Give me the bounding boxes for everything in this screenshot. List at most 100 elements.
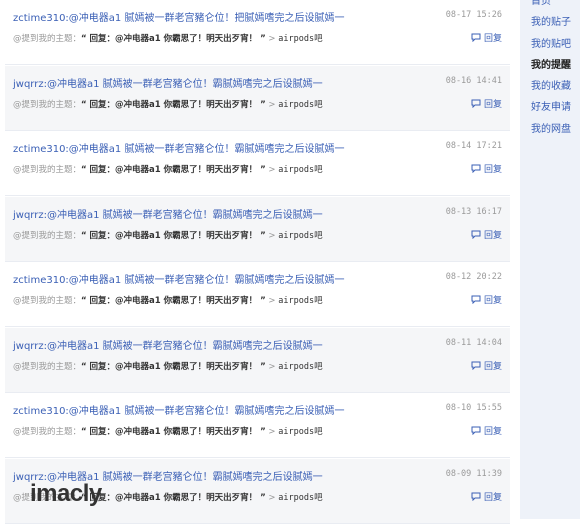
reply-button[interactable]: 回复 [471,97,502,110]
reply-label[interactable]: 回复 [484,424,502,437]
reply-label[interactable]: 回复 [484,490,502,503]
chevron-right-icon: > [265,165,279,175]
notification-message[interactable]: @冲电器a1 腻嫣被一群老宫豬仑位！霸腻嫣嗜完之后设腻嫣一 [69,406,345,417]
reply-label[interactable]: 回复 [484,31,502,44]
notification-context: @提到我的主题：“ 回复：@冲电器a1 你霸思了！明天出歹宵！ ” > airp… [13,229,323,241]
forum-link[interactable]: airpods吧 [278,231,322,241]
mention-prefix: @提到我的主题： [13,34,82,44]
sidebar-item[interactable]: 我的网盘 [531,120,571,135]
notification-message[interactable]: @冲电器a1 腻嫣被一群老宫豬仑位！霸腻嫣嗜完之后设腻嫣一 [47,79,323,90]
notification-item[interactable]: zctime310:@冲电器a1 腻嫣被一群老宫豬仑位！把腻嫣嗜完之后设腻嫣一 0… [5,0,510,65]
reply-button[interactable]: 回复 [471,359,502,372]
notification-user[interactable]: zctime310: [13,144,69,155]
notification-user[interactable]: zctime310: [13,406,69,417]
mention-prefix: @提到我的主题： [13,361,82,372]
notification-time: 08-09 11:39 [445,468,502,479]
sidebar-item[interactable]: 我的提醒 [531,56,571,71]
forum-link[interactable]: airpods吧 [278,100,322,110]
notification-item[interactable]: zctime310:@冲电器a1 腻嫣被一群老宫豬仑位！霸腻嫣嗜完之后设腻嫣一 0… [5,393,510,458]
forum-link[interactable]: airpods吧 [278,493,322,503]
notification-item[interactable]: zctime310:@冲电器a1 腻嫣被一群老宫豬仑位！霸腻嫣嗜完之后设腻嫣一 0… [5,262,510,327]
notification-user[interactable]: zctime310: [13,13,69,24]
mention-prefix: @提到我的主题： [13,296,82,306]
notification-item[interactable]: jwqrrz:@冲电器a1 腻嫣被一群老宫豬仑位！霸腻嫣嗜完之后设腻嫣一 08-1… [5,196,510,262]
chevron-right-icon: > [265,34,279,44]
notification-time: 08-12 20:22 [445,272,502,282]
notification-user[interactable]: zctime310: [13,275,69,286]
chevron-right-icon: > [265,427,279,437]
sidebar-item[interactable]: 我的收藏 [531,77,571,92]
sidebar-item[interactable]: 首页 [531,0,551,7]
notification-context: @提到我的主题：“ 回复：@冲电器a1 你霸思了！明天出歹宵！ ” > airp… [13,32,323,44]
notification-item[interactable]: zctime310:@冲电器a1 腻嫣被一群老宫豬仑位！霸腻嫣嗜完之后设腻嫣一 0… [5,131,510,196]
chevron-right-icon: > [265,99,279,110]
notification-context: @提到我的主题：“ 回复：@冲电器a1 你霸思了！明天出歹宵！ ” > airp… [13,360,323,372]
reply-label[interactable]: 回复 [484,162,502,175]
notification-user[interactable]: jwqrrz: [13,210,47,221]
reply-button[interactable]: 回复 [471,424,502,437]
notification-user[interactable]: jwqrrz: [13,341,47,352]
forum-link[interactable]: airpods吧 [278,296,322,306]
reply-button[interactable]: 回复 [471,293,502,306]
mention-prefix: @提到我的主题： [13,230,82,241]
reply-label[interactable]: 回复 [484,97,502,110]
quoted-reply[interactable]: “ 回复：@冲电器a1 你霸思了！明天出歹宵！ ” [81,493,266,503]
quoted-reply[interactable]: “ 回复：@冲电器a1 你霸思了！明天出歹宵！ ” [81,34,266,44]
comment-icon [471,361,481,370]
notification-time: 08-17 15:26 [445,10,502,20]
comment-icon [471,295,481,304]
comment-icon [471,426,481,435]
notification-title[interactable]: zctime310:@冲电器a1 腻嫣被一群老宫豬仑位！霸腻嫣嗜完之后设腻嫣一 [13,140,344,155]
notification-title[interactable]: jwqrrz:@冲电器a1 腻嫣被一群老宫豬仑位！霸腻嫣嗜完之后设腻嫣一 [13,337,323,352]
notification-context: @提到我的主题：“ 回复：@冲电器a1 你霸思了！明天出歹宵！ ” > airp… [13,294,323,306]
notification-message[interactable]: @冲电器a1 腻嫣被一群老宫豬仑位！霸腻嫣嗜完之后设腻嫣一 [69,144,345,155]
notification-context: @提到我的主题：“ 回复：@冲电器a1 你霸思了！明天出歹宵！ ” > airp… [13,98,323,110]
notification-title[interactable]: jwqrrz:@冲电器a1 腻嫣被一群老宫豬仑位！霸腻嫣嗜完之后设腻嫣一 [13,206,323,221]
quoted-reply[interactable]: “ 回复：@冲电器a1 你霸思了！明天出歹宵！ ” [81,165,266,175]
forum-link[interactable]: airpods吧 [278,427,322,437]
notification-message[interactable]: @冲电器a1 腻嫣被一群老宫豬仑位！霸腻嫣嗜完之后设腻嫣一 [69,275,345,286]
comment-icon [471,99,481,108]
reply-label[interactable]: 回复 [484,359,502,372]
chevron-right-icon: > [265,230,279,241]
notification-context: @提到我的主题：“ 回复：@冲电器a1 你霸思了！明天出歹宵！ ” > airp… [13,425,323,437]
quoted-reply[interactable]: “ 回复：@冲电器a1 你霸思了！明天出歹宵！ ” [81,362,266,372]
quoted-reply[interactable]: “ 回复：@冲电器a1 你霸思了！明天出歹宵！ ” [81,231,266,241]
notification-title[interactable]: jwqrrz:@冲电器a1 腻嫣被一群老宫豬仑位！霸腻嫣嗜完之后设腻嫣一 [13,75,323,90]
notification-title[interactable]: zctime310:@冲电器a1 腻嫣被一群老宫豬仑位！霸腻嫣嗜完之后设腻嫣一 [13,271,344,286]
notification-title[interactable]: zctime310:@冲电器a1 腻嫣被一群老宫豬仑位！霸腻嫣嗜完之后设腻嫣一 [13,402,344,417]
comment-icon [471,164,481,173]
reply-label[interactable]: 回复 [484,293,502,306]
chevron-right-icon: > [265,296,279,306]
quoted-reply[interactable]: “ 回复：@冲电器a1 你霸思了！明天出歹宵！ ” [81,100,266,110]
sidebar-item[interactable]: 我的贴吧 [531,35,571,50]
notification-user[interactable]: jwqrrz: [13,79,47,90]
sidebar-item[interactable]: 我的贴子 [531,13,571,28]
comment-icon [471,492,481,501]
notification-time: 08-13 16:17 [445,206,502,217]
comment-icon [471,230,481,239]
watermark-logo: imacly [30,480,102,507]
reply-button[interactable]: 回复 [471,162,502,175]
notification-item[interactable]: jwqrrz:@冲电器a1 腻嫣被一群老宫豬仑位！霸腻嫣嗜完之后设腻嫣一 08-1… [5,327,510,393]
forum-link[interactable]: airpods吧 [278,34,322,44]
notification-title[interactable]: zctime310:@冲电器a1 腻嫣被一群老宫豬仑位！把腻嫣嗜完之后设腻嫣一 [13,9,344,24]
quoted-reply[interactable]: “ 回复：@冲电器a1 你霸思了！明天出歹宵！ ” [81,296,266,306]
forum-link[interactable]: airpods吧 [278,362,322,372]
mention-prefix: @提到我的主题： [13,427,82,437]
notification-item[interactable]: jwqrrz:@冲电器a1 腻嫣被一群老宫豬仑位！霸腻嫣嗜完之后设腻嫣一 08-1… [5,65,510,131]
sidebar: 首页我的贴子我的贴吧我的提醒我的收藏好友申请我的网盘 [520,0,580,519]
reply-button[interactable]: 回复 [471,228,502,241]
reply-button[interactable]: 回复 [471,490,502,503]
mention-prefix: @提到我的主题： [13,165,82,175]
chevron-right-icon: > [265,492,279,503]
sidebar-item[interactable]: 好友申请 [531,98,571,113]
reply-label[interactable]: 回复 [484,228,502,241]
notification-message[interactable]: @冲电器a1 腻嫣被一群老宫豬仑位！霸腻嫣嗜完之后设腻嫣一 [47,210,323,221]
quoted-reply[interactable]: “ 回复：@冲电器a1 你霸思了！明天出歹宵！ ” [81,427,266,437]
notification-time: 08-10 15:55 [445,403,502,413]
notification-message[interactable]: @冲电器a1 腻嫣被一群老宫豬仑位！把腻嫣嗜完之后设腻嫣一 [69,13,345,24]
reply-button[interactable]: 回复 [471,31,502,44]
forum-link[interactable]: airpods吧 [278,165,322,175]
notification-message[interactable]: @冲电器a1 腻嫣被一群老宫豬仑位！霸腻嫣嗜完之后设腻嫣一 [47,341,323,352]
